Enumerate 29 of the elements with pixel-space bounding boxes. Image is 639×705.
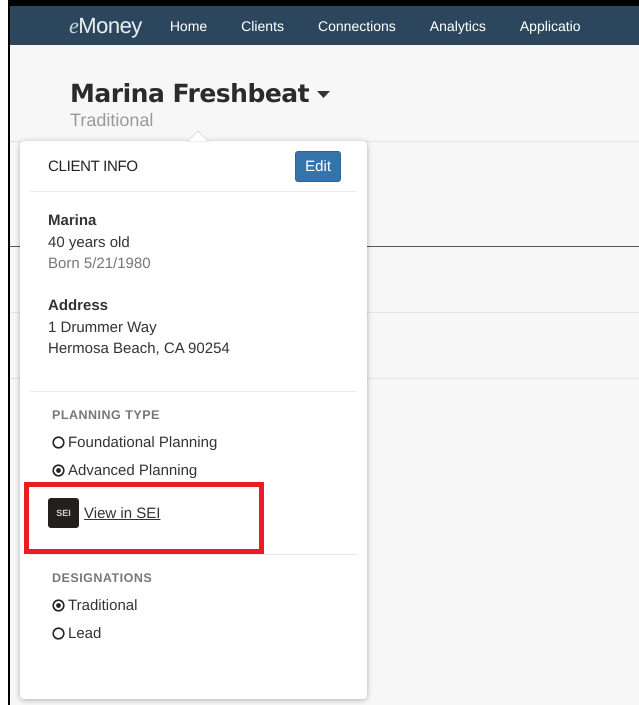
emoney-logo[interactable]: eMoney <box>69 12 142 38</box>
radio-label[interactable]: Lead <box>68 622 102 644</box>
client-designation: Traditional <box>70 110 154 131</box>
nav-link[interactable]: Connections <box>318 18 396 34</box>
caret-icon[interactable] <box>317 91 330 99</box>
radio-label[interactable]: Foundational Planning <box>68 432 218 452</box>
radio-button[interactable] <box>52 626 65 640</box>
nav-link[interactable]: Analytics <box>430 18 486 34</box>
client-name[interactable]: Marina Freshbeat <box>70 79 310 108</box>
address-line: Hermosa Beach, CA 90254 <box>48 339 231 359</box>
sei-logo-icon: SEI <box>48 498 79 528</box>
client-birth-date: Born 5/21/1980 <box>48 254 152 274</box>
nav-link[interactable]: Home <box>170 18 208 34</box>
radio-label[interactable]: Traditional <box>68 594 138 616</box>
edit-button[interactable]: Edit <box>295 150 341 182</box>
client-age: 40 years old <box>48 233 131 253</box>
section-label: PLANNING TYPE <box>52 408 161 422</box>
address-label: Address <box>48 296 110 316</box>
radio-button[interactable] <box>52 436 65 448</box>
radio-button[interactable] <box>52 598 65 612</box>
client-first-name: Marina <box>48 211 98 231</box>
view-in-sei-link[interactable]: View in SEI <box>84 504 160 522</box>
radio-button[interactable] <box>52 464 65 476</box>
nav-link[interactable]: Applicatio <box>520 18 581 34</box>
nav-link[interactable]: Clients <box>241 18 284 34</box>
section-label: DESIGNATIONS <box>52 571 154 585</box>
radio-label[interactable]: Advanced Planning <box>68 460 198 480</box>
address-line: 1 Drummer Way <box>48 318 158 338</box>
popover-title: CLIENT INFO <box>48 158 138 174</box>
